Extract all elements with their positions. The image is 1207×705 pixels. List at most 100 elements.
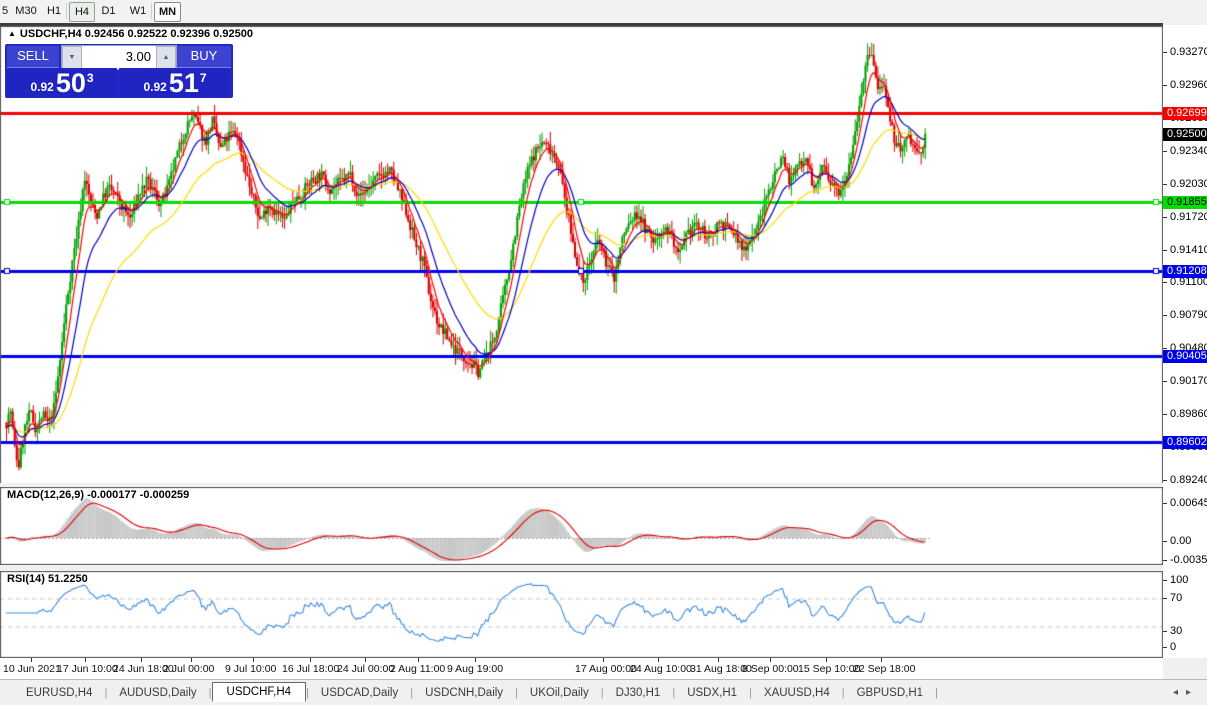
price-tick-tick [1163,52,1167,53]
volume-input[interactable]: 3.00 [82,46,156,69]
time-tick-label: 9 Jul 10:00 [225,663,276,675]
price-level-label: 0.91208 [1163,265,1207,278]
rsi-axis-label: 100 [1170,574,1188,586]
chart-tab-usdcad[interactable]: USDCAD,Daily [309,684,410,702]
time-tick [826,658,827,662]
buy-price-big: 51 [169,70,199,97]
price-tick-label: 0.91720 [1170,211,1207,223]
chart-ohlc-header: ▲USDCHF,H4 0.92456 0.92522 0.92396 0.925… [8,28,253,40]
price-tick-label: 0.92030 [1170,178,1207,190]
price-tick-tick [1163,184,1167,185]
price-tick-label: 0.91410 [1170,244,1207,256]
price-tick-tick [1163,250,1167,251]
macd-axis-label: 0.00 [1170,535,1191,547]
rsi-axis-tick [1163,647,1167,648]
time-tick [658,658,659,662]
chart-tab-usdcnh[interactable]: USDCNH,Daily [413,684,515,702]
price-tick-label: 0.92960 [1170,79,1207,91]
time-tick-label: 15 Sep 10:00 [798,663,860,675]
timeframe-button-h4[interactable]: H4 [69,2,95,22]
time-tick [603,658,604,662]
price-tick-tick [1163,282,1167,283]
rsi-axis-label: 30 [1170,625,1182,637]
macd-axis-tick [1163,503,1167,504]
toolbar-separator [66,3,67,19]
time-tick [881,658,882,662]
chart-tab-gbpusd[interactable]: GBPUSD,H1 [845,684,935,702]
price-tick-label: 0.89240 [1170,474,1207,486]
time-tick [85,658,86,662]
price-tick-tick [1163,217,1167,218]
price-tick-label: 0.93270 [1170,46,1207,58]
sell-button[interactable]: SELL [7,46,59,69]
time-tick-label: 22 Sep 18:00 [853,663,915,675]
chart-tab-ukoil[interactable]: UKOil,Daily [518,684,601,702]
chart-tab-audusd[interactable]: AUDUSD,Daily [107,684,208,702]
tab-scroll-right-icon[interactable]: ▸ [1186,687,1199,698]
timeframe-toolbar: 5M30H1 H4D1 W1MN [0,0,1207,23]
time-axis[interactable]: 10 Jun 202117 Jun 10:0024 Jun 18:002 Jul… [0,658,1163,679]
collapse-triangle-icon[interactable]: ▲ [8,29,16,38]
macd-axis-tick [1163,541,1167,542]
buy-button[interactable]: BUY [177,46,231,69]
time-tick [310,658,311,662]
time-tick [253,658,254,662]
macd-axis-tick [1163,560,1167,561]
chart-tab-dj30[interactable]: DJ30,H1 [604,684,673,702]
price-tick-label: 0.91100 [1170,276,1207,288]
tab-scroll-arrows: ◂▸ [1173,687,1199,698]
time-tick-label: 24 Aug 10:00 [630,663,692,675]
price-level-label: 0.91855 [1163,196,1207,209]
rsi-axis-tick [1163,631,1167,632]
macd-indicator-label: MACD(12,26,9) -0.000177 -0.000259 [7,489,189,501]
tab-scroll-left-icon[interactable]: ◂ [1173,687,1186,698]
sell-price-sup: 3 [87,71,94,85]
price-axis[interactable]: 0.932700.929600.926500.923400.920300.917… [1163,25,1207,658]
buy-price-base: 0.92 [143,80,166,94]
timeframe-button-w1[interactable]: W1 [126,2,150,20]
time-tick [365,658,366,662]
volume-increase-button[interactable]: ▲ [156,46,176,69]
rsi-indicator-label: RSI(14) 51.2250 [7,573,88,585]
one-click-trade-panel: SELL ▼ 3.00 ▲ BUY 0.92 50 3 0.92 51 7 [5,44,233,98]
time-tick-label: 17 Aug 00:00 [575,663,637,675]
price-level-label: 0.92699 [1163,107,1207,120]
price-tick-tick [1163,381,1167,382]
chart-ohlc-values: 0.92456 0.92522 0.92396 0.92500 [85,28,253,40]
chart-tab-usdx[interactable]: USDX,H1 [675,684,749,702]
price-tick-label: 0.92340 [1170,145,1207,157]
timeframe-button-mn[interactable]: MN [154,2,181,22]
price-tick-tick [1163,315,1167,316]
timeframe-button-h1[interactable]: H1 [44,2,64,20]
time-tick-label: 2 Jul 00:00 [163,663,214,675]
rsi-panel-canvas[interactable] [0,571,1163,658]
buy-price-sup: 7 [200,71,207,85]
time-tick-label: 8 Sep 00:00 [742,663,799,675]
volume-decrease-button[interactable]: ▼ [62,46,82,69]
rsi-axis-label: 0 [1170,641,1176,653]
chart-tab-bar: EURUSD,H4|AUDUSD,Daily|USDCHF,H4|USDCAD,… [0,679,1207,705]
price-tick-tick [1163,85,1167,86]
sell-price-display[interactable]: 0.92 50 3 [7,68,117,97]
time-tick-label: 10 Jun 2021 [3,663,61,675]
timeframe-button-m30[interactable]: M30 [12,2,40,20]
timeframe-button-5[interactable]: 5 [0,2,10,20]
buy-price-display[interactable]: 0.92 51 7 [119,68,231,97]
time-tick-label: 24 Jul 00:00 [337,663,394,675]
price-tick-tick [1163,414,1167,415]
macd-axis-label: -0.003507 [1170,554,1207,566]
time-tick [191,658,192,662]
tab-separator: | [935,687,938,699]
chart-tab-eurusd[interactable]: EURUSD,H4 [14,684,104,702]
chart-tab-xauusd[interactable]: XAUUSD,H4 [752,684,842,702]
sell-price-base: 0.92 [30,80,53,94]
time-tick-label: 9 Aug 19:00 [447,663,503,675]
price-tick-tick [1163,151,1167,152]
time-tick [418,658,419,662]
time-tick-label: 2 Aug 11:00 [390,663,445,675]
price-tick-tick [1163,348,1167,349]
time-tick [718,658,719,662]
timeframe-button-d1[interactable]: D1 [98,2,119,20]
price-level-label: 0.92500 [1163,128,1207,141]
chart-tab-usdchf[interactable]: USDCHF,H4 [212,682,307,702]
